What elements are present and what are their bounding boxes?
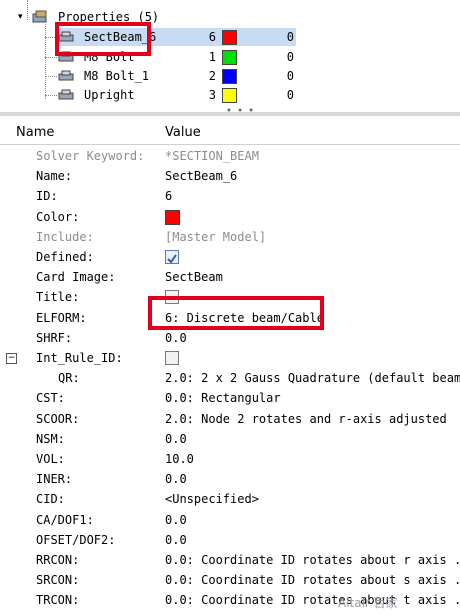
property-row[interactable]: Include: [Master Model] xyxy=(0,227,460,247)
property-row[interactable]: SCOOR: 2.0: Node 2 rotates and r-axis adj… xyxy=(0,409,460,429)
property-name: QR: xyxy=(58,371,80,386)
property-value: 0.0: Coordinate ID rotates about s axis … xyxy=(165,573,460,588)
property-row[interactable]: ID: 6 xyxy=(0,186,460,206)
tree-connector xyxy=(45,24,46,99)
property-value: 0.0 xyxy=(165,472,187,487)
property-row[interactable]: Name: SectBeam_6 xyxy=(0,166,460,186)
property-name: SHRF: xyxy=(36,330,73,345)
property-name: ID: xyxy=(36,189,58,204)
tree-item-color-swatch[interactable] xyxy=(222,88,237,103)
model-browser-tree: ▾ Properties (5) SectBeam_6 6 0 M8 Bolt 1 0 M8… xyxy=(0,0,460,117)
property-value: SectBeam xyxy=(165,270,223,285)
property-name: Color: xyxy=(36,209,80,224)
properties-folder-icon xyxy=(32,10,47,23)
tree-item-name: M8 Bolt_1 xyxy=(84,69,150,83)
property-value: <Unspecified> xyxy=(165,492,259,507)
property-value: 0.0 xyxy=(165,330,187,345)
property-name: ELFORM: xyxy=(36,310,87,325)
header-divider xyxy=(0,144,460,145)
highlight-box-tree-selection xyxy=(55,22,151,56)
column-header-value[interactable]: Value xyxy=(165,122,201,144)
checkmark-icon xyxy=(167,254,177,264)
property-name: SCOOR: xyxy=(36,411,80,426)
tree-item-name: Upright xyxy=(84,88,135,102)
tree-item-id: 2 xyxy=(208,69,216,83)
property-row[interactable]: CA/DOF1: 0.0 xyxy=(0,510,460,530)
tree-item[interactable]: Upright 3 0 xyxy=(56,86,296,104)
tree-item-count: 0 xyxy=(286,69,294,83)
property-name: Solver Keyword: xyxy=(36,149,145,163)
tree-item-color-swatch[interactable] xyxy=(222,69,237,84)
tree-item-id: 3 xyxy=(208,88,216,102)
property-name: Include: xyxy=(36,229,94,244)
property-name: RRCON: xyxy=(36,553,80,567)
property-name: Name: xyxy=(36,169,73,184)
property-value: 0.0: Coordinate ID rotates about r axis … xyxy=(165,553,460,567)
property-value: 2.0: Node 2 rotates and r-axis adjusted xyxy=(165,411,447,426)
tree-item-color-swatch[interactable] xyxy=(222,30,237,45)
property-name: NSM: xyxy=(36,431,65,446)
property-row[interactable]: SHRF: 0.0 xyxy=(0,328,460,348)
property-value: 0.0 xyxy=(165,532,187,547)
tree-item-color-swatch[interactable] xyxy=(222,50,237,65)
property-row[interactable]: INER: 0.0 xyxy=(0,469,460,489)
property-row[interactable]: NSM: 0.0 xyxy=(0,429,460,449)
watermark: Altair 百家 xyxy=(338,596,398,610)
property-value: 6 xyxy=(165,189,173,204)
property-row[interactable]: RRCON: 0.0: Coordinate ID rotates about r… xyxy=(0,550,460,570)
property-row[interactable]: CST: 0.0: Rectangular xyxy=(0,388,460,408)
property-value: 0.0 xyxy=(165,431,187,446)
property-value: [Master Model] xyxy=(165,229,267,244)
property-name: VOL: xyxy=(36,452,65,466)
tree-item-count: 0 xyxy=(286,88,294,102)
property-row[interactable]: CID: <Unspecified> xyxy=(0,489,460,509)
property-row[interactable]: OFSET/DOF2: 0.0 xyxy=(0,530,460,550)
property-name: Defined: xyxy=(36,250,94,264)
property-value: 0.0 xyxy=(165,512,187,527)
property-name: CA/DOF1: xyxy=(36,512,94,527)
tree-item-id: 1 xyxy=(208,50,216,64)
property-row[interactable]: Solver Keyword: *SECTION_BEAM xyxy=(0,146,460,166)
collapse-arrow-icon[interactable]: ▾ xyxy=(18,8,23,26)
highlight-box-elform xyxy=(148,296,324,330)
beam-section-icon xyxy=(58,89,74,100)
property-value: 10.0 xyxy=(165,452,194,466)
property-value: SectBeam_6 xyxy=(165,169,238,184)
property-value: 0.0: Coordinate ID rotates about t axis … xyxy=(165,593,460,608)
property-name: SRCON: xyxy=(36,573,80,588)
property-name: Card Image: xyxy=(36,270,116,285)
property-name: CID: xyxy=(36,492,65,507)
property-value: 2.0: 2 x 2 Gauss Quadrature (default bea… xyxy=(165,371,460,386)
property-row[interactable]: Defined: xyxy=(0,247,460,267)
tree-item[interactable]: M8 Bolt_1 2 0 xyxy=(56,67,296,85)
property-name: TRCON: xyxy=(36,593,80,608)
property-row[interactable]: Color: xyxy=(0,207,460,227)
tree-item-id: 6 xyxy=(208,30,216,44)
property-checkbox[interactable] xyxy=(165,351,179,365)
column-header-name[interactable]: Name xyxy=(16,122,54,144)
expand-collapse-icon[interactable]: − xyxy=(6,353,17,364)
property-name: Int_Rule_ID: xyxy=(36,351,123,365)
defined-checkbox[interactable] xyxy=(165,250,179,264)
tree-item-count: 0 xyxy=(286,50,294,64)
color-swatch[interactable] xyxy=(165,209,180,225)
property-name: Title: xyxy=(36,290,80,305)
tree-connector xyxy=(27,0,28,20)
property-row[interactable]: SRCON: 0.0: Coordinate ID rotates about s… xyxy=(0,570,460,590)
splitter-bar[interactable] xyxy=(0,112,460,116)
property-row[interactable]: Card Image: SectBeam xyxy=(0,267,460,287)
property-row[interactable]: VOL: 10.0 xyxy=(0,449,460,469)
property-row[interactable]: QR: 2.0: 2 x 2 Gauss Quadrature (default … xyxy=(0,368,460,388)
beam-section-icon xyxy=(58,70,74,81)
property-value: *SECTION_BEAM xyxy=(165,149,259,163)
property-name: CST: xyxy=(36,391,65,406)
property-row[interactable]: − Int_Rule_ID: xyxy=(0,348,460,368)
property-name: INER: xyxy=(36,472,73,487)
tree-item-count: 0 xyxy=(286,30,294,44)
property-value: 0.0: Rectangular xyxy=(165,391,281,406)
property-name: OFSET/DOF2: xyxy=(36,532,116,547)
